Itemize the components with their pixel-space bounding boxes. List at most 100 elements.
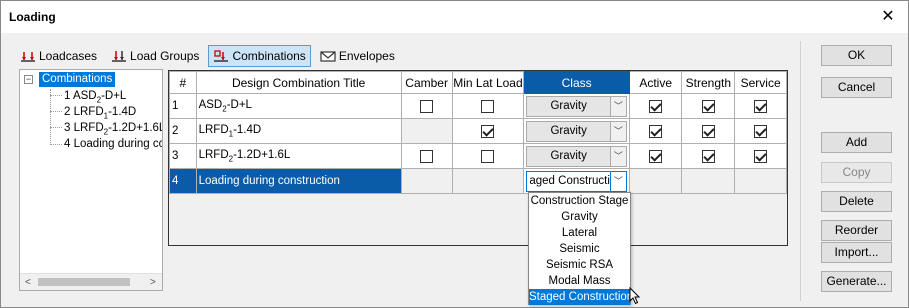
dropdown-option[interactable]: Modal Mass [529, 273, 630, 289]
dropdown-option-selected[interactable]: Staged Construction [529, 289, 633, 305]
class-combo-open[interactable]: aged Constructi ﹀ [526, 170, 627, 192]
column-header-number[interactable]: # [169, 71, 197, 94]
service-cell[interactable] [734, 118, 787, 144]
active-checkbox[interactable] [649, 124, 663, 138]
reorder-button[interactable]: Reorder [821, 220, 892, 241]
min-lat-load-cell[interactable] [451, 143, 525, 169]
column-header-strength[interactable]: Strength [681, 71, 736, 94]
tab-label: Envelopes [338, 49, 395, 63]
delete-button[interactable]: Delete [821, 191, 892, 212]
active-checkbox[interactable] [649, 149, 663, 163]
service-checkbox[interactable] [754, 149, 768, 163]
window-title: Loading [9, 10, 56, 24]
class-cell[interactable]: Gravity ﹀ [523, 143, 630, 169]
combinations-tree[interactable]: − Combinations 1 ASD2-D+L 2 LRFD1-1.4D 3… [19, 69, 163, 291]
min-lat-load-cell[interactable] [451, 118, 525, 144]
cancel-button[interactable]: Cancel [821, 77, 892, 98]
title-bar: Loading ✕ [1, 1, 908, 33]
class-combo[interactable]: Gravity ﹀ [526, 95, 627, 117]
tree-item[interactable]: 3 LRFD2-1.2D+1.6L [64, 120, 162, 136]
import-button[interactable]: Import... [821, 242, 892, 263]
combination-title[interactable]: LRFD2-1.2D+1.6L [195, 143, 402, 169]
dropdown-option[interactable]: Seismic [529, 241, 630, 257]
active-cell [628, 168, 683, 194]
class-cell[interactable]: aged Constructi ﹀ [523, 168, 630, 194]
dropdown-option[interactable]: Seismic RSA [529, 257, 630, 273]
chevron-down-icon[interactable]: ﹀ [609, 146, 626, 166]
service-checkbox[interactable] [754, 124, 768, 138]
scroll-thumb[interactable] [38, 278, 130, 286]
camber-cell[interactable] [400, 93, 453, 119]
dropdown-option[interactable]: Gravity [529, 209, 630, 225]
active-cell[interactable] [628, 93, 683, 119]
dropdown-option[interactable]: Lateral [529, 225, 630, 241]
service-cell[interactable] [734, 143, 787, 169]
column-header-camber[interactable]: Camber [400, 71, 453, 94]
copy-button[interactable]: Copy [821, 162, 892, 183]
column-header-service[interactable]: Service [734, 71, 787, 94]
min-lat-load-checkbox[interactable] [481, 149, 495, 163]
strength-cell[interactable] [681, 118, 736, 144]
tab-envelopes[interactable]: Envelopes [315, 45, 400, 67]
tree-root[interactable]: − Combinations [24, 72, 116, 87]
tree-item[interactable]: 2 LRFD1-1.4D [64, 104, 136, 120]
tree-item[interactable]: 4 Loading during cc [64, 136, 162, 152]
tree-item[interactable]: 1 ASD2-D+L [64, 88, 126, 104]
min-lat-load-checkbox[interactable] [481, 99, 495, 113]
tab-label: Combinations [232, 49, 306, 63]
min-lat-load-cell[interactable] [451, 93, 525, 119]
service-cell[interactable] [734, 93, 787, 119]
ok-button[interactable]: OK [821, 45, 892, 66]
tab-combinations[interactable]: Combinations [208, 45, 311, 67]
tab-loadcases[interactable]: Loadcases [15, 45, 102, 67]
chevron-down-icon[interactable]: ﹀ [609, 96, 626, 116]
strength-checkbox[interactable] [701, 99, 715, 113]
active-checkbox[interactable] [649, 99, 663, 113]
chevron-down-icon[interactable]: ﹀ [609, 121, 626, 141]
tree-connector [50, 89, 51, 145]
table-row-selected: 4 Loading during construction aged Const… [169, 168, 787, 194]
strength-cell[interactable] [681, 93, 736, 119]
camber-cell[interactable] [400, 143, 453, 169]
tab-strip: Loadcases Load Groups Combinations Envel… [15, 45, 404, 67]
camber-checkbox[interactable] [420, 99, 434, 113]
collapse-icon[interactable]: − [24, 75, 33, 84]
dropdown-option[interactable]: Construction Stage [529, 193, 630, 209]
strength-checkbox[interactable] [701, 149, 715, 163]
row-number: 3 [169, 143, 197, 169]
scroll-right-icon[interactable]: > [150, 277, 156, 288]
camber-checkbox[interactable] [420, 149, 434, 163]
column-header-title[interactable]: Design Combination Title [195, 71, 402, 94]
combination-title[interactable]: LRFD1-1.4D [195, 118, 402, 144]
generate-button[interactable]: Generate... [821, 271, 892, 292]
class-cell[interactable]: Gravity ﹀ [523, 93, 630, 119]
combination-title[interactable]: ASD2-D+L [195, 93, 402, 119]
strength-checkbox[interactable] [701, 124, 715, 138]
camber-cell [400, 168, 453, 194]
column-header-class[interactable]: Class [523, 71, 630, 94]
active-cell[interactable] [628, 143, 683, 169]
column-header-active[interactable]: Active [628, 71, 683, 94]
min-lat-load-checkbox[interactable] [481, 124, 495, 138]
tab-label: Load Groups [130, 49, 200, 63]
chevron-down-icon[interactable]: ﹀ [609, 171, 626, 191]
tab-label: Loadcases [39, 49, 98, 63]
class-cell[interactable]: Gravity ﹀ [523, 118, 630, 144]
close-icon[interactable]: ✕ [878, 7, 898, 27]
add-button[interactable]: Add [821, 132, 892, 153]
combinations-grid: # Design Combination Title Camber Min La… [168, 70, 788, 246]
scroll-left-icon[interactable]: < [25, 277, 31, 288]
active-cell[interactable] [628, 118, 683, 144]
class-combo[interactable]: Gravity ﹀ [526, 145, 627, 167]
horizontal-scrollbar[interactable]: < > [20, 273, 162, 290]
tab-load-groups[interactable]: Load Groups [106, 45, 204, 67]
column-header-min-lat-load[interactable]: Min Lat Load [451, 71, 525, 94]
service-checkbox[interactable] [754, 99, 768, 113]
tree-root-label[interactable]: Combinations [39, 72, 116, 87]
strength-cell[interactable] [681, 143, 736, 169]
table-row: 3 LRFD2-1.2D+1.6L Gravity ﹀ [169, 143, 787, 169]
tree-connector [50, 127, 62, 128]
class-combo[interactable]: Gravity ﹀ [526, 120, 627, 142]
combination-title[interactable]: Loading during construction [195, 168, 402, 194]
class-dropdown-list[interactable]: Construction Stage Gravity Lateral Seism… [528, 192, 633, 305]
